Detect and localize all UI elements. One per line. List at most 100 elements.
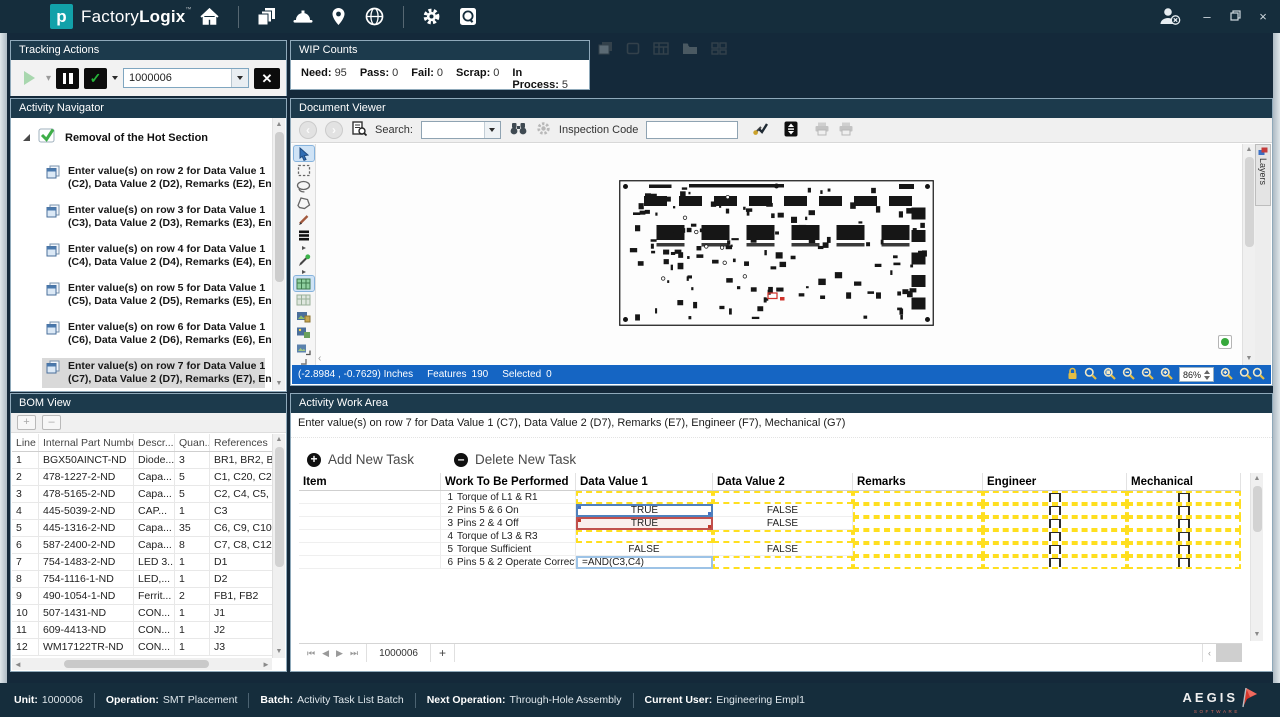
activity-group-root[interactable]: Removal of the Hot Section [22,127,285,149]
settings-gear-icon[interactable] [416,4,448,30]
cell-work-to-be-performed[interactable]: 2Pins 5 & 6 On [441,504,576,517]
cell-remarks[interactable] [853,530,983,543]
mechanical-checkbox[interactable] [1178,505,1190,517]
activity-task-item-3[interactable]: Enter value(s) on row 3 for Data Value 1… [42,202,265,232]
new-window-icon[interactable] [626,42,640,55]
table-view-icon[interactable] [653,42,669,55]
zoom-previous-icon[interactable] [1122,367,1135,383]
last-sheet-icon[interactable]: ⏭ [350,648,358,659]
sheet-scroll-track[interactable] [455,644,1202,662]
sheet-col-header[interactable]: Data Value 1 [576,473,713,490]
cell-data-value-1[interactable]: TRUE [576,517,713,530]
cell-remarks[interactable] [853,556,983,569]
viewer-vertical-scrollbar[interactable]: ▲ ▼ [1242,144,1255,365]
zoom-out-icon[interactable] [1141,367,1154,383]
print-preview-icon[interactable] [838,122,854,139]
home-icon[interactable] [194,4,226,30]
scroll-up-arrow[interactable]: ▲ [273,118,285,131]
bom-row[interactable]: 11609-4413-NDCON...1J2 [12,622,272,639]
zoom-selected-icon[interactable] [1220,367,1233,383]
scroll-up-arrow[interactable]: ▲ [273,434,285,446]
zoom-percent-spinner[interactable]: 86% [1179,367,1214,382]
cell-work-to-be-performed[interactable]: 4Torque of L3 & R3 [441,530,576,543]
cell-remarks[interactable] [853,543,983,556]
cell-remarks[interactable] [853,517,983,530]
cell-data-value-1[interactable] [576,530,713,543]
navigator-scrollbar[interactable]: ▲ ▼ [272,118,285,390]
sheet-col-header[interactable]: Work To Be Performed [441,473,576,490]
cell-work-to-be-performed[interactable]: 5Torque Sufficient [441,543,576,556]
start-tracking-button[interactable] [17,67,41,89]
cell-item[interactable] [299,504,441,517]
engineer-checkbox[interactable] [1049,531,1061,543]
eyedropper-icon[interactable] [294,252,314,267]
layers-tab[interactable]: Layers [1255,144,1271,206]
cell-work-to-be-performed[interactable]: 1Torque of L1 & R1 [441,491,576,504]
inspection-approve-icon[interactable] [752,121,768,139]
cell-remarks[interactable] [853,491,983,504]
scroll-left-arrow[interactable]: ◄ [12,660,24,669]
sheet-nav-buttons[interactable]: ⏮ ◀ ▶ ⏭ [299,644,367,662]
engineer-checkbox[interactable] [1049,544,1061,556]
dropdown-arrow-icon[interactable] [294,245,314,251]
user-logout-icon[interactable] [1154,4,1186,30]
layers-stack-icon[interactable] [294,228,314,243]
binoculars-icon[interactable] [509,122,528,138]
cancel-button[interactable]: ✕ [254,68,280,89]
bom-col-header[interactable]: Descr... [134,434,175,451]
location-icon[interactable] [323,4,355,30]
cell-data-value-1[interactable] [576,491,713,504]
delete-new-task-button[interactable]: – Delete New Task [454,452,576,467]
scroll-down-arrow[interactable]: ▼ [1251,629,1263,641]
cell-data-value-2[interactable] [713,530,853,543]
scroll-up-arrow[interactable]: ▲ [1251,473,1263,485]
cell-item[interactable] [299,556,441,569]
bom-horizontal-scrollbar[interactable]: ◄ ► [12,658,272,670]
documents-icon[interactable] [251,4,283,30]
cell-work-to-be-performed[interactable]: 3Pins 2 & 4 Off [441,517,576,530]
sheet-scroll-left[interactable]: ‹ [1202,644,1216,662]
utilities-icon[interactable] [452,4,484,30]
bom-expand-button[interactable]: + [17,415,36,430]
mechanical-checkbox[interactable] [1178,544,1190,556]
bom-row[interactable]: 10507-1431-NDCON...1J1 [12,605,272,622]
inspection-code-input[interactable] [646,121,738,139]
zoom-window-icon[interactable] [1103,367,1116,383]
corner-resize-icon[interactable] [294,358,314,365]
select-cursor-icon[interactable] [294,146,314,161]
sheet-scroll-thumb[interactable] [1216,644,1242,662]
bom-row[interactable]: 5445-1316-2-NDCapa...35C6, C9, C10, C11,… [12,520,272,537]
unit-combo[interactable]: 1000006 [123,68,249,88]
marquee-select-icon[interactable] [294,162,314,177]
scroll-thumb[interactable] [275,132,284,282]
mechanical-checkbox[interactable] [1178,531,1190,543]
cell-data-value-1[interactable]: FALSE [576,543,713,556]
minimize-icon[interactable]: – [1198,9,1216,24]
image-export-icon[interactable] [294,342,314,357]
activity-task-item-5[interactable]: Enter value(s) on row 5 for Data Value 1… [42,280,265,310]
next-sheet-icon[interactable]: ▶ [336,648,343,659]
fit-view-button[interactable] [1218,335,1232,349]
image-capture-icon[interactable] [294,309,314,324]
expander-icon[interactable] [22,129,31,147]
print-icon[interactable] [814,122,830,139]
cell-work-to-be-performed[interactable]: 6Pins 5 & 2 Operate Correctly [441,556,576,569]
pan-tool-icon[interactable] [1084,367,1097,383]
zoom-down-arrow[interactable] [1204,376,1210,380]
activity-task-item-4[interactable]: Enter value(s) on row 4 for Data Value 1… [42,241,265,271]
scroll-down-arrow[interactable]: ▼ [273,377,285,390]
bom-collapse-button[interactable]: – [42,415,61,430]
search-combo[interactable] [421,121,501,139]
globe-icon[interactable] [359,4,391,30]
mechanical-checkbox[interactable] [1178,492,1190,504]
bom-row[interactable]: 7754-1483-2-NDLED 3...1D1 [12,554,272,571]
cell-item[interactable] [299,491,441,504]
viewer-settings-icon[interactable] [536,121,551,139]
bom-col-header[interactable]: Quan... [175,434,210,451]
cell-item[interactable] [299,543,441,556]
add-sheet-button[interactable]: + [431,644,455,662]
prev-sheet-icon[interactable]: ◀ [322,648,329,659]
cell-data-value-1[interactable]: =AND(C3,C4) [576,556,713,569]
mechanical-checkbox[interactable] [1178,518,1190,530]
bom-row[interactable]: 8754-1116-1-NDLED,...1D2 [12,571,272,588]
